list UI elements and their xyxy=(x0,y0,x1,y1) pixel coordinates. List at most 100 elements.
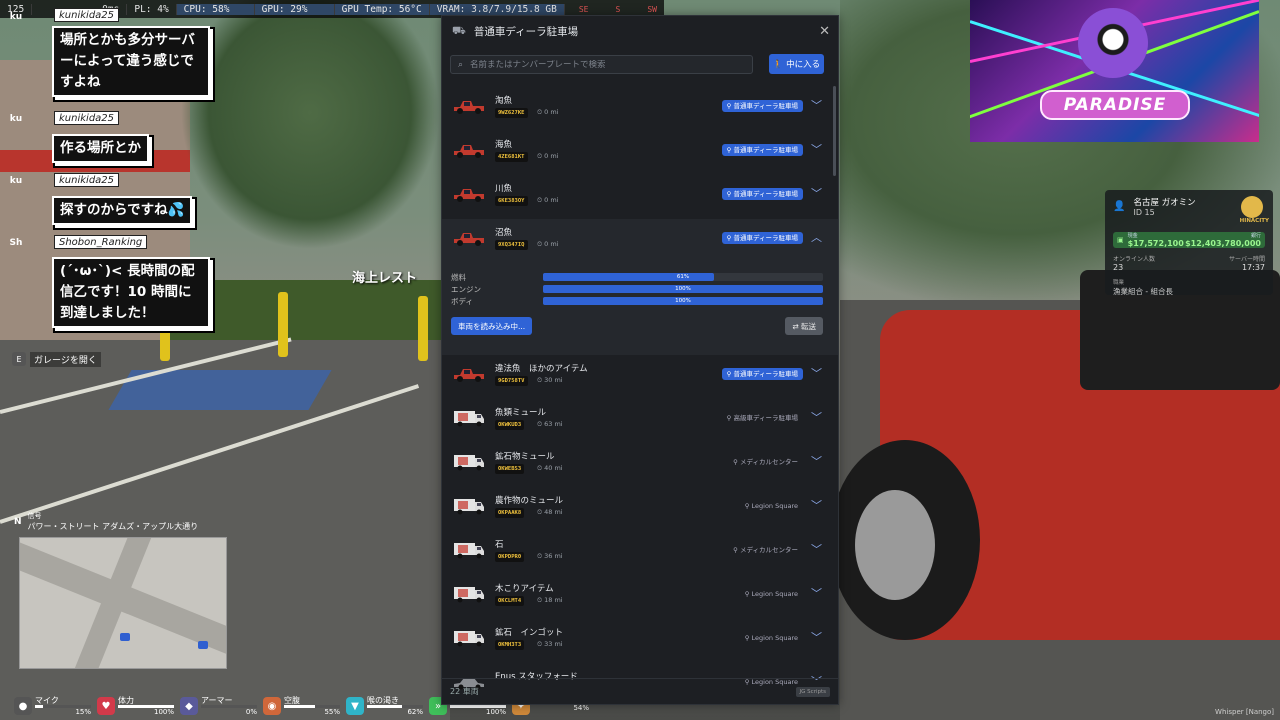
location-pin-icon: ⚲ xyxy=(744,502,752,510)
banner-title: PARADISE xyxy=(1040,90,1190,120)
shield-icon: ◆ xyxy=(180,697,198,715)
vehicle-location: ⚲ 普通車ディーラ駐車場 xyxy=(721,368,803,380)
vehicle-row[interactable]: 魚類ミュール OKWKUD3 ⏲ 63 mi ⚲ 高級車ディーラ駐車場 ﹀ xyxy=(442,399,838,443)
vehicle-distance: ⏲ 40 mi xyxy=(537,464,563,472)
chevron-down-icon[interactable]: ﹀ xyxy=(811,141,822,157)
chat-avatar: ku xyxy=(9,12,23,22)
vehicle-row[interactable]: 鉱石物ミュール OKWEBS3 ⏲ 40 mi ⚲ メディカルセンター ﹀ xyxy=(442,443,838,487)
vehicle-thumbnail xyxy=(452,140,486,160)
water-icon: ▼ xyxy=(346,697,364,715)
stat-row-fuel: 燃料 61% xyxy=(451,271,823,283)
vehicle-distance: ⏲ 18 mi xyxy=(537,596,563,604)
enter-garage-button[interactable]: 🚶 中に入る xyxy=(769,54,824,74)
chevron-down-icon[interactable]: ﹀ xyxy=(811,97,822,113)
vehicle-name: 海魚 xyxy=(495,140,513,150)
fuel-bar: 61% xyxy=(543,273,823,281)
vehicle-row[interactable]: 淘魚 9WZ627KE ⏲ 0 mi ⚲ 普通車ディーラ駐車場 ﹀ xyxy=(442,87,838,131)
vehicle-thumbnail xyxy=(452,408,486,428)
license-plate: OKWKUD3 xyxy=(495,420,525,430)
chevron-down-icon[interactable]: ﹀ xyxy=(811,629,822,645)
vehicle-row[interactable]: 沼魚 9XQ347IQ ⏲ 0 mi ⚲ 普通車ディーラ駐車場 ︿ 燃料 61% エンジン 10… xyxy=(442,219,838,355)
chat-avatar: ku xyxy=(9,176,23,186)
compass-sw: SW xyxy=(647,4,657,14)
transfer-button[interactable]: ⇄ 転送 xyxy=(785,317,823,335)
vehicle-count: 22 車両 xyxy=(450,687,479,696)
chat-message: (´･ω･`)< 長時間の配信乙です！10 時間に到達しました！ xyxy=(52,257,210,328)
load-vehicle-button[interactable]: 車両を読み込み中... xyxy=(451,317,533,335)
vehicle-row[interactable]: 海魚 4ZE681KT ⏲ 0 mi ⚲ 普通車ディーラ駐車場 ﹀ xyxy=(442,131,838,175)
vehicle-thumbnail xyxy=(452,228,486,248)
gpu-readout: GPU: 29% xyxy=(254,3,335,15)
chevron-down-icon[interactable]: ﹀ xyxy=(811,409,822,425)
vehicle-location: ⚲ 普通車ディーラ駐車場 xyxy=(721,100,803,112)
chevron-down-icon[interactable]: ﹀ xyxy=(811,541,822,557)
stat-row-engine: エンジン 100% xyxy=(451,283,823,295)
garage-panel: ⛟ 普通車ディーラ駐車場 ✕ ⌕ 🚶 中に入る 淘魚 9WZ627KE ⏲ 0 mi… xyxy=(441,15,839,705)
fuel-value: 61% xyxy=(676,274,690,280)
stat-health: ♥ 体力 100% xyxy=(97,696,174,716)
server-logo-text: HINACITY xyxy=(1239,218,1269,224)
chevron-down-icon[interactable]: ﹀ xyxy=(811,497,822,513)
transfer-icon: ⇄ xyxy=(792,321,801,331)
vehicle-distance: ⏲ 0 mi xyxy=(537,196,559,204)
search-field[interactable]: ⌕ xyxy=(450,55,753,74)
minimap xyxy=(19,537,227,669)
location-pin-icon: ⚲ xyxy=(744,590,752,598)
license-plate: 4ZE681KT xyxy=(495,152,528,162)
chevron-down-icon[interactable]: ﹀ xyxy=(811,365,822,381)
chevron-down-icon[interactable]: ﹀ xyxy=(811,585,822,601)
vehicle-list: 淘魚 9WZ627KE ⏲ 0 mi ⚲ 普通車ディーラ駐車場 ﹀ 海魚 4ZE681KT ⏲… xyxy=(442,87,838,707)
server-stats: オンライン人数 23 サーバー時間 17:37 xyxy=(1113,256,1265,272)
license-plate: OKCLMT4 xyxy=(495,596,525,606)
license-plate: OKPDPR0 xyxy=(495,552,525,562)
compass-s: S xyxy=(615,4,621,14)
mascot-image xyxy=(1078,8,1148,78)
license-plate: 6KE383OY xyxy=(495,196,528,206)
vehicle-row[interactable]: 木こりアイテム OKCLMT4 ⏲ 18 mi ⚲ Legion Square ﹀ xyxy=(442,575,838,619)
cash-amount: $17,572,100 xyxy=(1127,239,1184,248)
cash-icon: ▣ xyxy=(1117,236,1124,244)
vehicle-thumbnail xyxy=(452,364,486,384)
paradise-banner: PARADISE xyxy=(970,0,1259,142)
search-input[interactable] xyxy=(470,59,731,70)
chevron-up-icon[interactable]: ︿ xyxy=(811,229,822,245)
vehicle-row[interactable]: 鉱石 インゴット OKMH3T3 ⏲ 33 mi ⚲ Legion Square ﹀ xyxy=(442,619,838,663)
vehicle-name: 淘魚 xyxy=(495,96,513,106)
food-icon: ◉ xyxy=(263,697,281,715)
vehicle-distance: ⏲ 0 mi xyxy=(537,152,559,160)
garage-footer: 22 車両 JG Scripts xyxy=(442,678,838,704)
vehicle-name: 沼魚 xyxy=(495,228,513,238)
body-bar: 100% xyxy=(543,297,823,305)
close-icon[interactable]: ✕ xyxy=(819,24,830,39)
gpu-temp-readout: GPU Temp: 56°C xyxy=(334,3,430,15)
chevron-down-icon[interactable]: ﹀ xyxy=(811,453,822,469)
vehicle-thumbnail xyxy=(452,184,486,204)
truck-wheel-hub xyxy=(855,490,935,600)
vehicle-distance: ⏲ 33 mi xyxy=(537,640,563,648)
stat-label: 燃料 xyxy=(451,272,466,282)
vehicle-location: ⚲ メディカルセンター xyxy=(733,546,798,554)
open-garage-hint[interactable]: E ガレージを開く xyxy=(12,351,101,367)
chat-avatar: Sh xyxy=(9,238,23,248)
license-plate: 9WZ627KE xyxy=(495,108,528,118)
vehicle-name: 違法魚 ほかのアイテム xyxy=(495,364,588,374)
job-info: 職業 漁業組合 - 組合長 xyxy=(1113,280,1173,296)
packet-loss-readout: PL: 4% xyxy=(127,3,177,15)
vehicle-name: 川魚 xyxy=(495,184,513,194)
hint-label: ガレージを開く xyxy=(30,351,101,367)
chat-username: kunikida25 xyxy=(54,111,120,125)
vehicle-location: ⚲ 高級車ディーラ駐車場 xyxy=(726,414,798,422)
chevron-down-icon[interactable]: ﹀ xyxy=(811,185,822,201)
compass-north-icon: N xyxy=(14,516,22,527)
key-e-icon: E xyxy=(12,352,26,366)
player-id: ID 15 xyxy=(1133,208,1155,217)
vehicle-row[interactable]: 違法魚 ほかのアイテム 9GD758TV ⏲ 30 mi ⚲ 普通車ディーラ駐車場 ﹀ xyxy=(442,355,838,399)
bank-amount: $12,403,780,000 xyxy=(1185,239,1261,248)
chat-message: 作る場所とか xyxy=(52,134,149,163)
vehicle-row[interactable]: 川魚 6KE383OY ⏲ 0 mi ⚲ 普通車ディーラ駐車場 ﹀ xyxy=(442,175,838,219)
garage-title: 普通車ディーラ駐車場 xyxy=(473,26,579,38)
chat-username: Shobon_Ranking xyxy=(54,235,148,249)
vehicle-row[interactable]: 石 OKPDPR0 ⏲ 36 mi ⚲ メディカルセンター ﹀ xyxy=(442,531,838,575)
vehicle-row[interactable]: 農作物のミュール OKPAAK8 ⏲ 48 mi ⚲ Legion Square ﹀ xyxy=(442,487,838,531)
online-count: 23 xyxy=(1113,263,1124,272)
